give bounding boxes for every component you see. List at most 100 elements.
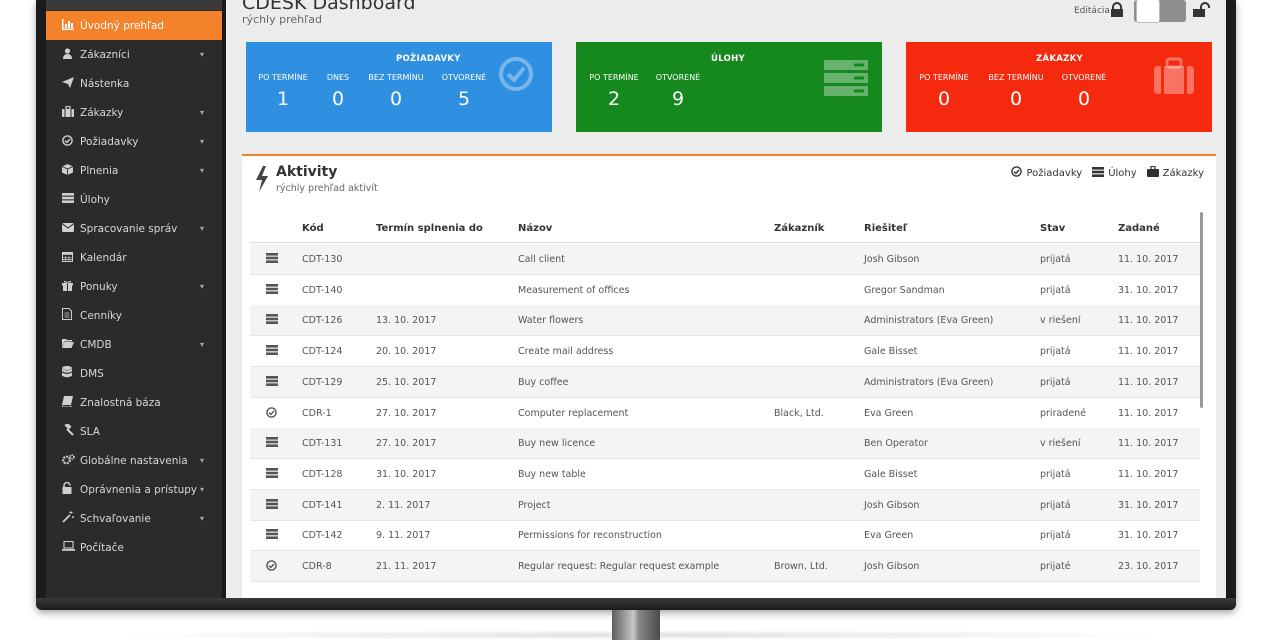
table-row[interactable]: CDR-1 27. 10. 2017 Computer replacement Bla… [250, 398, 1200, 429]
sidebar-item[interactable]: SLA [46, 417, 222, 446]
cell-name: Buy coffee [518, 376, 569, 388]
sidebar-item-label: Plnenia [80, 164, 119, 177]
cell-due: 31. 10. 2017 [376, 468, 437, 480]
sidebar-item[interactable]: Nástenka [46, 69, 222, 98]
cell-customer: Black, Ltd. [774, 407, 824, 419]
sidebar-item[interactable]: DMS [46, 359, 222, 388]
col-customer[interactable]: Zákazník [774, 223, 824, 234]
table-row[interactable]: CDT-142 9. 11. 2017 Permissions for recons… [250, 520, 1200, 552]
orders-card[interactable]: ZÁKAZKY PO TERMÍNE 0 BEZ TERMÍNU 0 OTVORENÉ 0 [906, 42, 1212, 132]
sidebar-item[interactable]: Zákazníci ▾ [46, 40, 222, 69]
card-stat[interactable]: OTVORENÉ 5 [434, 73, 494, 110]
cell-state: prijatá [1040, 499, 1071, 511]
col-due[interactable]: Termín splnenia do [376, 223, 483, 234]
col-resolver[interactable]: Riešiteľ [864, 223, 908, 234]
card-stat[interactable]: DNES 0 [308, 73, 368, 110]
table-row[interactable]: CDT-130 Call client Josh Gibson prijatá 11. … [250, 244, 1200, 275]
cogs-icon [62, 453, 80, 468]
screen: Úvodný prehľad Zákazníci ▾ Nástenka Zákazky ▾… [46, 0, 1226, 598]
sidebar-item[interactable]: Ponuky ▾ [46, 272, 222, 301]
cell-due: 2. 11. 2017 [376, 499, 431, 511]
requests-card[interactable]: POŽIADAVKY PO TERMÍNE 1 DNES 0 BEZ TERMÍNU 0 OT… [246, 42, 552, 132]
card-stat[interactable]: BEZ TERMÍNU 0 [366, 73, 426, 110]
sidebar-item[interactable]: Úvodný prehľad [46, 11, 222, 40]
sidebar-item[interactable]: Oprávnenia a prístupy ▾ [46, 475, 222, 504]
bolt-icon [256, 166, 268, 192]
cell-date: 11. 10. 2017 [1118, 438, 1179, 450]
lock-open-icon [1193, 2, 1210, 17]
sidebar-item-label: Počítače [80, 541, 124, 554]
table-row[interactable]: CDR-8 21. 11. 2017 Regular request: Regula… [250, 551, 1200, 582]
cell-name: Regular request: Regular request example [518, 561, 720, 572]
tasks-card[interactable]: ÚLOHY PO TERMÍNE 2 OTVORENÉ 9 [576, 42, 882, 132]
sidebar-item[interactable]: CMDB ▾ [46, 330, 222, 359]
sidebar-item[interactable]: Cenníky [46, 301, 222, 330]
sidebar-item-label: Požiadavky [80, 135, 139, 148]
table-row[interactable]: CDT-124 20. 10. 2017 Create mail address Ga… [250, 336, 1200, 368]
sidebar-item[interactable]: Schvaľovanie ▾ [46, 504, 222, 533]
cell-state: prijaté [1040, 561, 1071, 572]
card-stat[interactable]: OTVORENÉ 0 [1054, 73, 1114, 110]
check-circle-icon [266, 406, 277, 421]
sidebar-item[interactable]: Plnenia ▾ [46, 156, 222, 185]
card-stat-label: PO TERMÍNE [589, 73, 639, 82]
sidebar-item[interactable]: Znalostná báza [46, 388, 222, 417]
card-stat[interactable]: PO TERMÍNE 0 [914, 73, 974, 110]
card-stat-value: 0 [1009, 88, 1023, 110]
sidebar-header [46, 0, 222, 10]
caret-down-icon: ▾ [200, 166, 205, 175]
cell-name: Buy new licence [518, 438, 596, 450]
legend-item[interactable]: Požiadavky [1011, 166, 1082, 180]
table-row[interactable]: CDT-128 31. 10. 2017 Buy new table Gale Bis… [250, 459, 1200, 490]
sidebar-item[interactable]: Kalendár [46, 243, 222, 272]
page-title: CDESK Dashboard [242, 0, 416, 14]
card-stat[interactable]: PO TERMÍNE 1 [253, 73, 313, 110]
cell-resolver: Administrators (Eva Green) [864, 376, 994, 388]
cell-state: prijatá [1040, 468, 1071, 480]
cell-resolver: Josh Gibson [864, 499, 920, 511]
col-name[interactable]: Názov [518, 223, 552, 234]
cell-state: v riešení [1040, 438, 1081, 450]
caret-down-icon: ▾ [200, 108, 205, 117]
cell-code: CDR-8 [302, 561, 332, 572]
paper-plane-icon [62, 76, 80, 91]
card-title: ZÁKAZKY [1036, 54, 1083, 64]
book-icon [61, 395, 80, 410]
sidebar-item[interactable]: Úlohy [46, 185, 222, 214]
col-code[interactable]: Kód [302, 223, 324, 234]
server-icon [266, 529, 278, 542]
table-row[interactable]: CDT-129 25. 10. 2017 Buy coffee Administrat… [250, 366, 1200, 398]
sidebar-item[interactable]: Počítače [46, 533, 222, 562]
check-circle-icon [266, 560, 277, 574]
cell-state: prijatá [1040, 530, 1071, 542]
cell-name: Computer replacement [518, 407, 629, 419]
sidebar-item[interactable]: Požiadavky ▾ [46, 127, 222, 156]
table-row[interactable]: CDT-140 Measurement of offices Gregor Sand… [250, 275, 1200, 306]
cell-date: 11. 10. 2017 [1118, 376, 1179, 388]
cell-name: Water flowers [518, 315, 584, 327]
table-row[interactable]: CDT-141 2. 11. 2017 Project Josh Gibson prij… [250, 489, 1200, 521]
monitor-chin [36, 598, 1236, 610]
edit-toggle[interactable] [1134, 0, 1186, 23]
col-state[interactable]: Stav [1040, 223, 1065, 234]
card-stat-label: OTVORENÉ [1061, 73, 1107, 82]
legend-item[interactable]: Úlohy [1092, 166, 1137, 180]
card-stat[interactable]: OTVORENÉ 9 [648, 73, 708, 110]
bar-chart-icon [62, 18, 80, 33]
legend-item[interactable]: Zákazky [1146, 165, 1204, 180]
sidebar-item-label: Globálne nastavenia [80, 454, 188, 467]
table-scrollbar[interactable] [1200, 212, 1203, 408]
sidebar-item-label: Spracovanie správ [80, 222, 178, 235]
cell-code: CDT-126 [302, 315, 343, 327]
cell-date: 31. 10. 2017 [1118, 284, 1179, 296]
sidebar-item[interactable]: Globálne nastavenia ▾ [46, 446, 222, 475]
sidebar-item[interactable]: Spracovanie správ ▾ [46, 214, 222, 243]
col-date[interactable]: Zadané [1118, 223, 1160, 234]
card-stat[interactable]: BEZ TERMÍNU 0 [986, 73, 1046, 110]
toggle-knob[interactable] [1136, 0, 1160, 23]
card-stat[interactable]: PO TERMÍNE 2 [584, 73, 644, 110]
caret-down-icon: ▾ [200, 50, 205, 59]
sidebar-item[interactable]: Zákazky ▾ [46, 98, 222, 127]
table-row[interactable]: CDT-126 13. 10. 2017 Water flowers Administ… [250, 305, 1200, 337]
table-row[interactable]: CDT-131 27. 10. 2017 Buy new licence Ben Op… [250, 428, 1200, 460]
